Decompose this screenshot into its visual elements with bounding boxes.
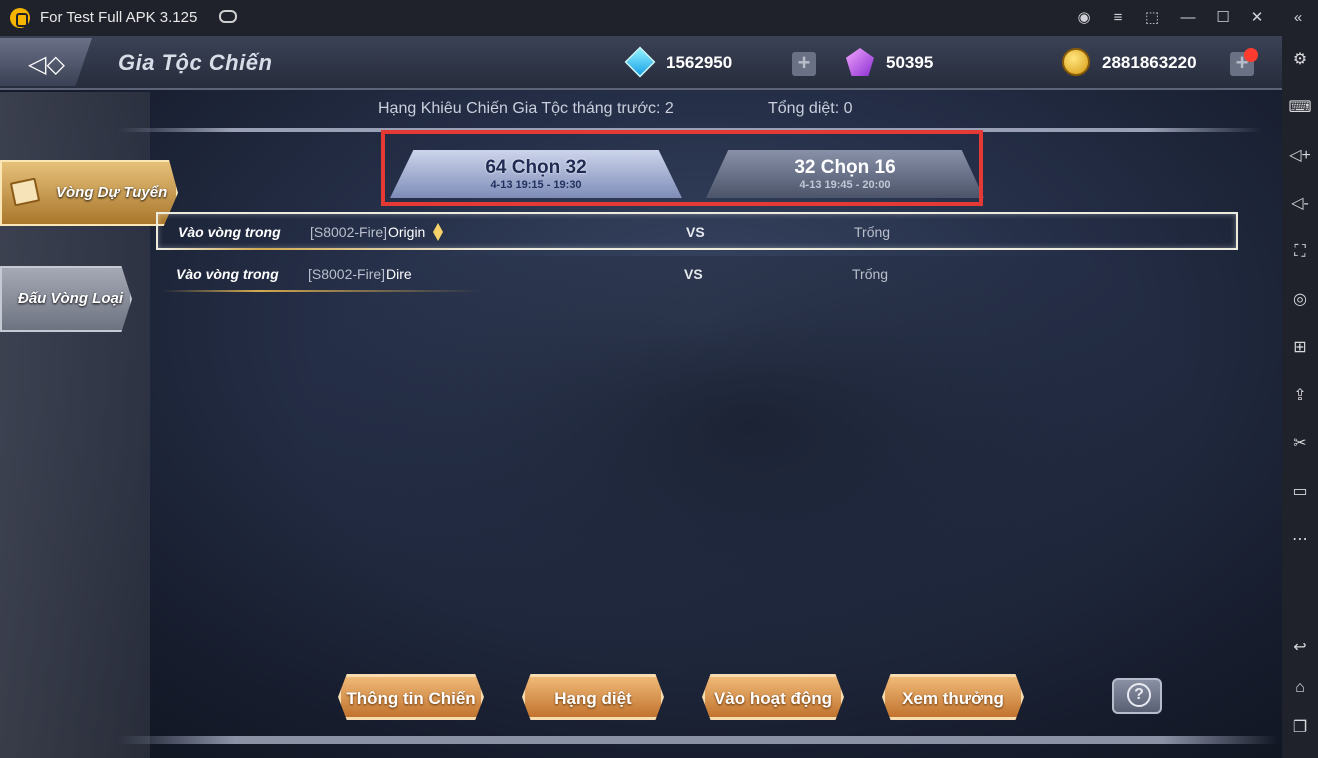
opponent-name: Trống [852, 266, 889, 282]
back-button[interactable]: ◁◇ [0, 38, 92, 86]
match-row[interactable]: Vào vòng trong [S8002-Fire] Dire VS Trốn… [156, 256, 1238, 294]
settings-icon[interactable]: ⚙ [1288, 48, 1312, 72]
game-viewport: ◁◇ Gia Tộc Chiến 1562950 + 50395 2881863… [0, 36, 1282, 758]
window-title: For Test Full APK 3.125 [40, 9, 198, 26]
add-diamond-button[interactable]: + [792, 52, 816, 76]
close-icon[interactable]: ✕ [1245, 6, 1269, 30]
diamond-icon [624, 46, 656, 78]
page-title: Gia Tộc Chiến [118, 50, 273, 75]
help-icon: ? [1127, 683, 1151, 707]
emulator-titlebar: For Test Full APK 3.125 ◉ ≡ ⬚ — ☐ ✕ « [0, 0, 1318, 36]
team-server: [S8002-Fire] [308, 266, 386, 282]
gold-value: 2881863220 [1102, 53, 1197, 72]
game-header: ◁◇ Gia Tộc Chiến 1562950 + 50395 2881863… [0, 36, 1282, 90]
scissors-icon[interactable]: ✂ [1288, 432, 1312, 456]
versus-label: VS [684, 266, 703, 282]
side-tab-qualifying-round[interactable]: Vòng Dự Tuyển [0, 160, 178, 226]
recent-apps-icon[interactable]: ❐ [1288, 716, 1312, 740]
add-window-icon[interactable]: ⊞ [1288, 336, 1312, 360]
gold-balance: 2881863220 [1062, 48, 1232, 76]
video-icon[interactable]: ▭ [1288, 480, 1312, 504]
notification-dot [1244, 48, 1258, 62]
match-status-tag: Vào vòng trong [178, 224, 281, 240]
emulator-logo-icon [10, 8, 30, 28]
android-back-icon[interactable]: ↩ [1288, 636, 1312, 660]
account-icon[interactable]: ◉ [1072, 6, 1096, 30]
background-art [300, 256, 1200, 676]
gamepad-icon[interactable] [219, 10, 237, 23]
maximize-icon[interactable]: ☐ [1211, 6, 1235, 30]
book-icon [9, 177, 41, 207]
apk-install-icon[interactable]: ⇪ [1288, 384, 1312, 408]
restore-icon[interactable]: ⬚ [1140, 6, 1164, 30]
panel-bottom-border [118, 736, 1278, 744]
kill-rank-button[interactable]: Hạng diệt [522, 674, 664, 720]
match-row[interactable]: Vào vòng trong [S8002-Fire] Origin VS Tr… [156, 212, 1238, 250]
versus-label: VS [686, 224, 705, 240]
tag-underline [164, 248, 484, 250]
back-arrow-icon: ◁◇ [28, 51, 65, 78]
home-icon[interactable]: ⌂ [1288, 676, 1312, 700]
total-kills: Tổng diệt: 0 [768, 100, 853, 117]
side-tab-label: Đấu Vòng Loại [18, 290, 123, 307]
gold-coin-icon [1062, 48, 1090, 76]
more-icon[interactable]: ⋯ [1288, 528, 1312, 552]
diamond-value: 1562950 [666, 53, 733, 72]
last-month-rank: Hạng Khiêu Chiến Gia Tộc tháng trước: 2 [378, 100, 674, 117]
help-button[interactable]: ? [1112, 678, 1162, 714]
screen-resize-icon[interactable]: ⛶ [1288, 240, 1312, 264]
team-server: [S8002-Fire] [310, 224, 388, 240]
team-name: Origin [388, 224, 426, 240]
side-tab-label: Vòng Dự Tuyển [56, 184, 168, 201]
menu-icon[interactable]: ≡ [1106, 6, 1130, 30]
gem-balance: 50395 [846, 48, 986, 76]
match-status-tag: Vào vòng trong [176, 266, 279, 282]
gem-value: 50395 [886, 53, 934, 72]
minimize-icon[interactable]: — [1176, 6, 1200, 30]
keyboard-icon[interactable]: ⌨ [1288, 96, 1312, 120]
collapse-sidebar-icon[interactable]: « [1286, 6, 1310, 30]
view-rewards-button[interactable]: Xem thưởng [882, 674, 1024, 720]
diamond-balance: 1562950 [624, 46, 786, 78]
team-name: Dire [386, 266, 412, 282]
annotation-highlight-box [381, 130, 983, 206]
selected-marker-icon [433, 223, 443, 241]
tag-underline [162, 290, 482, 292]
purple-gem-icon [846, 48, 874, 76]
opponent-name: Trống [854, 224, 891, 240]
side-tab-elimination-round[interactable]: Đấu Vòng Loại [0, 266, 132, 332]
emulator-toolbar: ⚙ ⌨ ◁+ ◁- ⛶ ◎ ⊞ ⇪ ✂ ▭ ⋯ ↩ ⌂ ❐ [1282, 36, 1318, 758]
join-activity-button[interactable]: Vào hoạt động [702, 674, 844, 720]
volume-down-icon[interactable]: ◁- [1288, 192, 1312, 216]
volume-up-icon[interactable]: ◁+ [1288, 144, 1312, 168]
battle-report-button[interactable]: Thông tin Chiến Báo [338, 674, 484, 720]
record-icon[interactable]: ◎ [1288, 288, 1312, 312]
